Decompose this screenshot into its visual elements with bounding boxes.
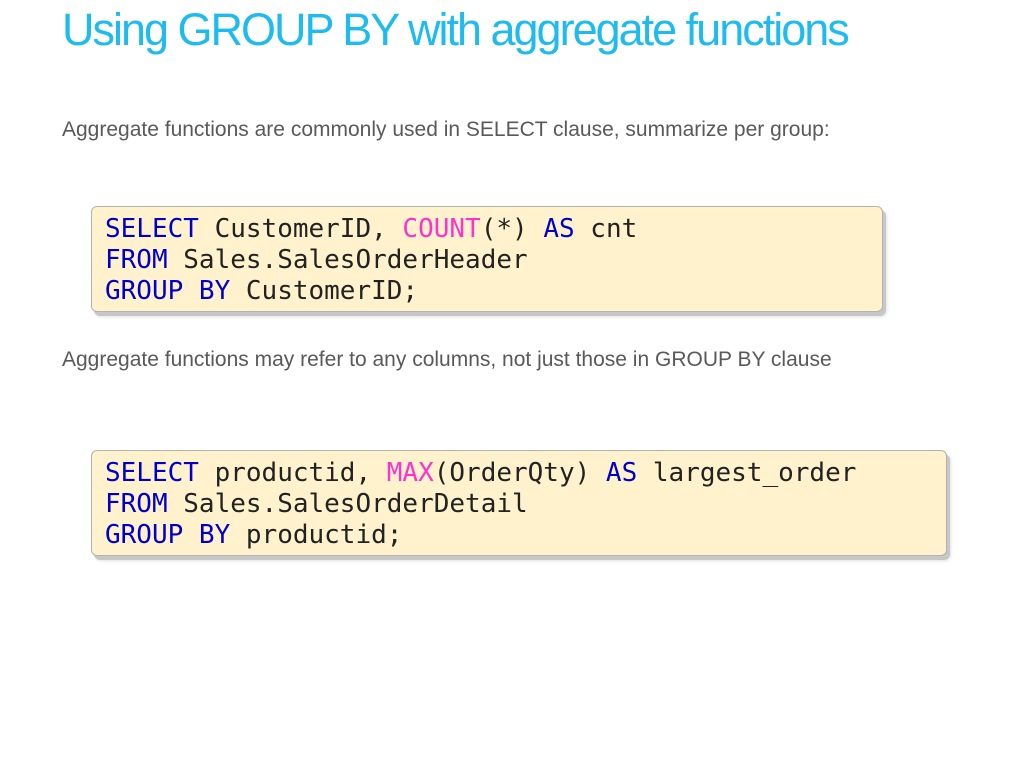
slide: Using GROUP BY with aggregate functions … [0,0,1024,768]
code-line: SELECT CustomerID, COUNT(*) AS cnt [105,214,869,245]
code-text: Sales.SalesOrderHeader [167,245,528,275]
code-line: FROM Sales.SalesOrderHeader [105,245,869,276]
code-text: (OrderQty) [433,458,606,488]
slide-title: Using GROUP BY with aggregate functions [62,4,850,55]
code-text: (*) [480,214,544,244]
code-line: FROM Sales.SalesOrderDetail [105,489,933,520]
code-text: Sales.SalesOrderDetail [167,489,528,519]
function-count: COUNT [402,214,481,244]
code-text: largest_order [637,458,857,488]
keyword-from: FROM [105,245,168,275]
code-text: cnt [574,214,638,244]
keyword-group-by: GROUP BY [105,276,231,306]
function-max: MAX [386,458,434,488]
code-text: productid, [198,458,387,488]
code-block-count: SELECT CustomerID, COUNT(*) AS cnt FROM … [91,206,883,312]
keyword-from: FROM [105,489,168,519]
paragraph-aggregate-usage: Aggregate functions are commonly used in… [62,118,830,141]
keyword-as: AS [543,214,575,244]
code-line: GROUP BY productid; [105,520,933,551]
keyword-group-by: GROUP BY [105,520,231,550]
code-line: SELECT productid, MAX(OrderQty) AS large… [105,458,933,489]
paragraph-aggregate-columns: Aggregate functions may refer to any col… [62,348,832,371]
keyword-as: AS [605,458,638,488]
code-text: CustomerID; [230,276,419,306]
code-text: CustomerID, [198,214,403,244]
keyword-select: SELECT [105,458,199,488]
code-line: GROUP BY CustomerID; [105,276,869,307]
code-text: productid; [230,520,403,550]
keyword-select: SELECT [105,214,199,244]
code-block-max: SELECT productid, MAX(OrderQty) AS large… [91,450,947,556]
